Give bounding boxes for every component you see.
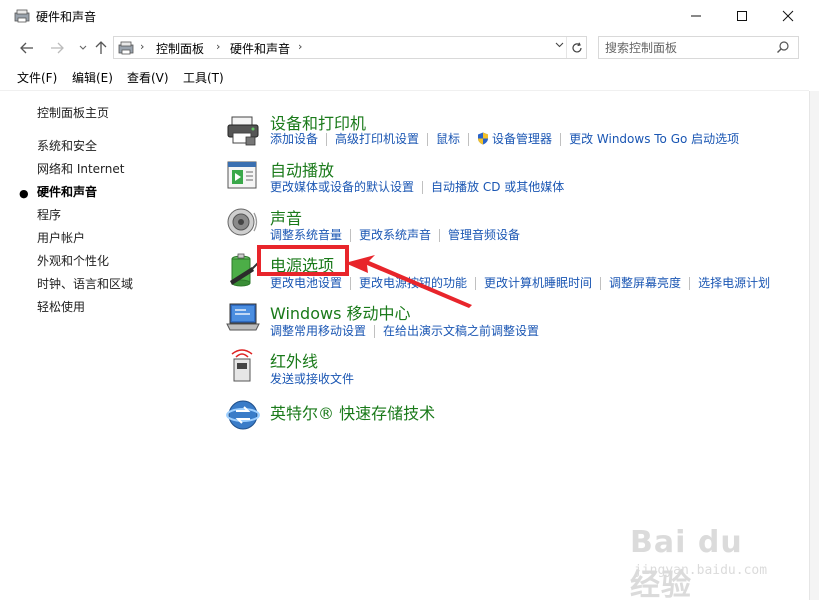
highlight-annotation-box	[257, 245, 349, 276]
maximize-button[interactable]	[719, 0, 765, 32]
nav-item-system-security[interactable]: 系统和安全	[37, 137, 97, 154]
link-adjust-volume[interactable]: 调整系统音量	[270, 228, 342, 242]
speaker-icon	[227, 208, 258, 236]
menu-file[interactable]: 文件(F)	[17, 69, 57, 86]
arrow-right-icon	[51, 42, 64, 54]
link-separator	[350, 229, 352, 242]
forward-button[interactable]	[46, 38, 68, 58]
link-presentation-settings[interactable]: 在给出演示文稿之前调整设置	[383, 324, 539, 338]
infrared-icon	[231, 349, 253, 382]
category-links: 调整系统音量 更改系统声音 管理音频设备	[270, 226, 520, 243]
breadcrumb-hardware-sound[interactable]: 硬件和声音	[230, 40, 290, 57]
autoplay-icon	[227, 161, 257, 189]
nav-item-programs[interactable]: 程序	[37, 206, 61, 223]
search-input[interactable]	[605, 40, 765, 56]
link-choose-power-plan[interactable]: 选择电源计划	[698, 276, 770, 290]
nav-item-network-internet[interactable]: 网络和 Internet	[37, 160, 124, 177]
link-mouse[interactable]: 鼠标	[436, 132, 460, 146]
link-windows-to-go[interactable]: 更改 Windows To Go 启动选项	[569, 132, 739, 146]
search-box[interactable]	[598, 36, 799, 59]
scrollbar[interactable]	[809, 91, 819, 600]
window-title: 硬件和声音	[36, 10, 97, 24]
link-autoplay-cd[interactable]: 自动播放 CD 或其他媒体	[431, 180, 564, 194]
nav-item-user-accounts[interactable]: 用户帐户	[37, 229, 85, 246]
nav-item-appearance[interactable]: 外观和个性化	[37, 252, 109, 269]
category-links: 更改媒体或设备的默认设置 自动播放 CD 或其他媒体	[270, 178, 564, 195]
link-change-default-media[interactable]: 更改媒体或设备的默认设置	[270, 180, 414, 194]
link-separator	[326, 133, 328, 146]
menu-tools[interactable]: 工具(T)	[183, 69, 224, 86]
link-manage-audio-devices[interactable]: 管理音频设备	[448, 228, 520, 242]
nav-item-hardware-sound[interactable]: 硬件和声音	[37, 183, 97, 200]
chevron-down-icon	[79, 45, 87, 50]
close-button[interactable]	[765, 0, 811, 32]
link-separator	[439, 229, 441, 242]
watermark-logo: Bai du 经验 jingyan.baidu.com	[620, 525, 780, 600]
menu-view[interactable]: 查看(V)	[127, 69, 169, 86]
refresh-icon	[571, 42, 582, 52]
link-add-device[interactable]: 添加设备	[270, 132, 318, 146]
back-button[interactable]	[16, 38, 38, 58]
link-separator	[600, 277, 602, 290]
arrow-left-icon	[20, 42, 33, 54]
link-separator	[422, 181, 424, 194]
link-change-system-sounds[interactable]: 更改系统声音	[359, 228, 431, 242]
address-dropdown-button[interactable]	[555, 40, 564, 51]
breadcrumb-separator-icon[interactable]: ›	[298, 40, 302, 53]
uac-shield-icon	[478, 132, 489, 145]
link-separator	[689, 277, 691, 290]
close-icon	[782, 10, 794, 22]
link-sleep-time[interactable]: 更改计算机睡眠时间	[484, 276, 592, 290]
control-panel-icon	[118, 41, 134, 55]
search-icon[interactable]	[776, 40, 790, 54]
address-bar[interactable]: › 控制面板 › 硬件和声音 ›	[113, 36, 587, 59]
navigation-bar: › 控制面板 › 硬件和声音 ›	[0, 32, 819, 64]
link-advanced-printer-setup[interactable]: 高级打印机设置	[335, 132, 419, 146]
battery-icon	[230, 253, 259, 287]
category-title[interactable]: 红外线	[270, 348, 318, 372]
nav-control-panel-home[interactable]: 控制面板主页	[37, 104, 109, 121]
menu-bar: 文件(F) 编辑(E) 查看(V) 工具(T)	[0, 66, 819, 88]
link-mobility-settings[interactable]: 调整常用移动设置	[270, 324, 366, 338]
nav-item-clock-language-region[interactable]: 时钟、语言和区域	[37, 275, 133, 292]
mobility-center-icon	[226, 303, 260, 331]
category-links: 发送或接收文件	[270, 370, 354, 387]
category-links: 添加设备 高级打印机设置 鼠标 设备管理器 更改 Windows To Go 启动选项	[270, 130, 739, 147]
link-separator	[468, 133, 470, 146]
title-bar: 硬件和声音	[0, 0, 819, 32]
printer-icon	[227, 116, 259, 146]
menu-edit[interactable]: 编辑(E)	[72, 69, 113, 86]
breadcrumb-separator-icon[interactable]: ›	[140, 40, 144, 53]
up-button[interactable]	[90, 38, 112, 58]
link-screen-brightness[interactable]: 调整屏幕亮度	[609, 276, 681, 290]
divider	[0, 90, 809, 91]
red-arrow-annotation-icon	[345, 255, 472, 308]
link-change-battery-settings[interactable]: 更改电池设置	[270, 276, 342, 290]
link-separator	[560, 133, 562, 146]
category-title[interactable]: 英特尔® 快速存储技术	[270, 400, 435, 424]
minimize-button[interactable]	[673, 0, 719, 32]
arrow-up-icon	[95, 41, 107, 54]
link-separator	[427, 133, 429, 146]
breadcrumb-separator-icon[interactable]: ›	[216, 40, 220, 53]
current-item-bullet: ●	[19, 187, 29, 200]
maximize-icon	[737, 11, 747, 21]
control-panel-icon	[14, 9, 30, 23]
watermark-url: jingyan.baidu.com	[634, 563, 768, 578]
refresh-button[interactable]	[566, 37, 586, 58]
category-links: 调整常用移动设置 在给出演示文稿之前调整设置	[270, 322, 539, 339]
chevron-down-icon	[555, 42, 564, 48]
link-separator	[374, 325, 376, 338]
minimize-icon	[691, 15, 701, 17]
breadcrumb-control-panel[interactable]: 控制面板	[156, 40, 204, 57]
nav-item-ease-of-access[interactable]: 轻松使用	[37, 298, 85, 315]
link-device-manager[interactable]: 设备管理器	[492, 132, 552, 146]
link-send-receive-files[interactable]: 发送或接收文件	[270, 372, 354, 386]
intel-rst-icon	[226, 400, 260, 430]
